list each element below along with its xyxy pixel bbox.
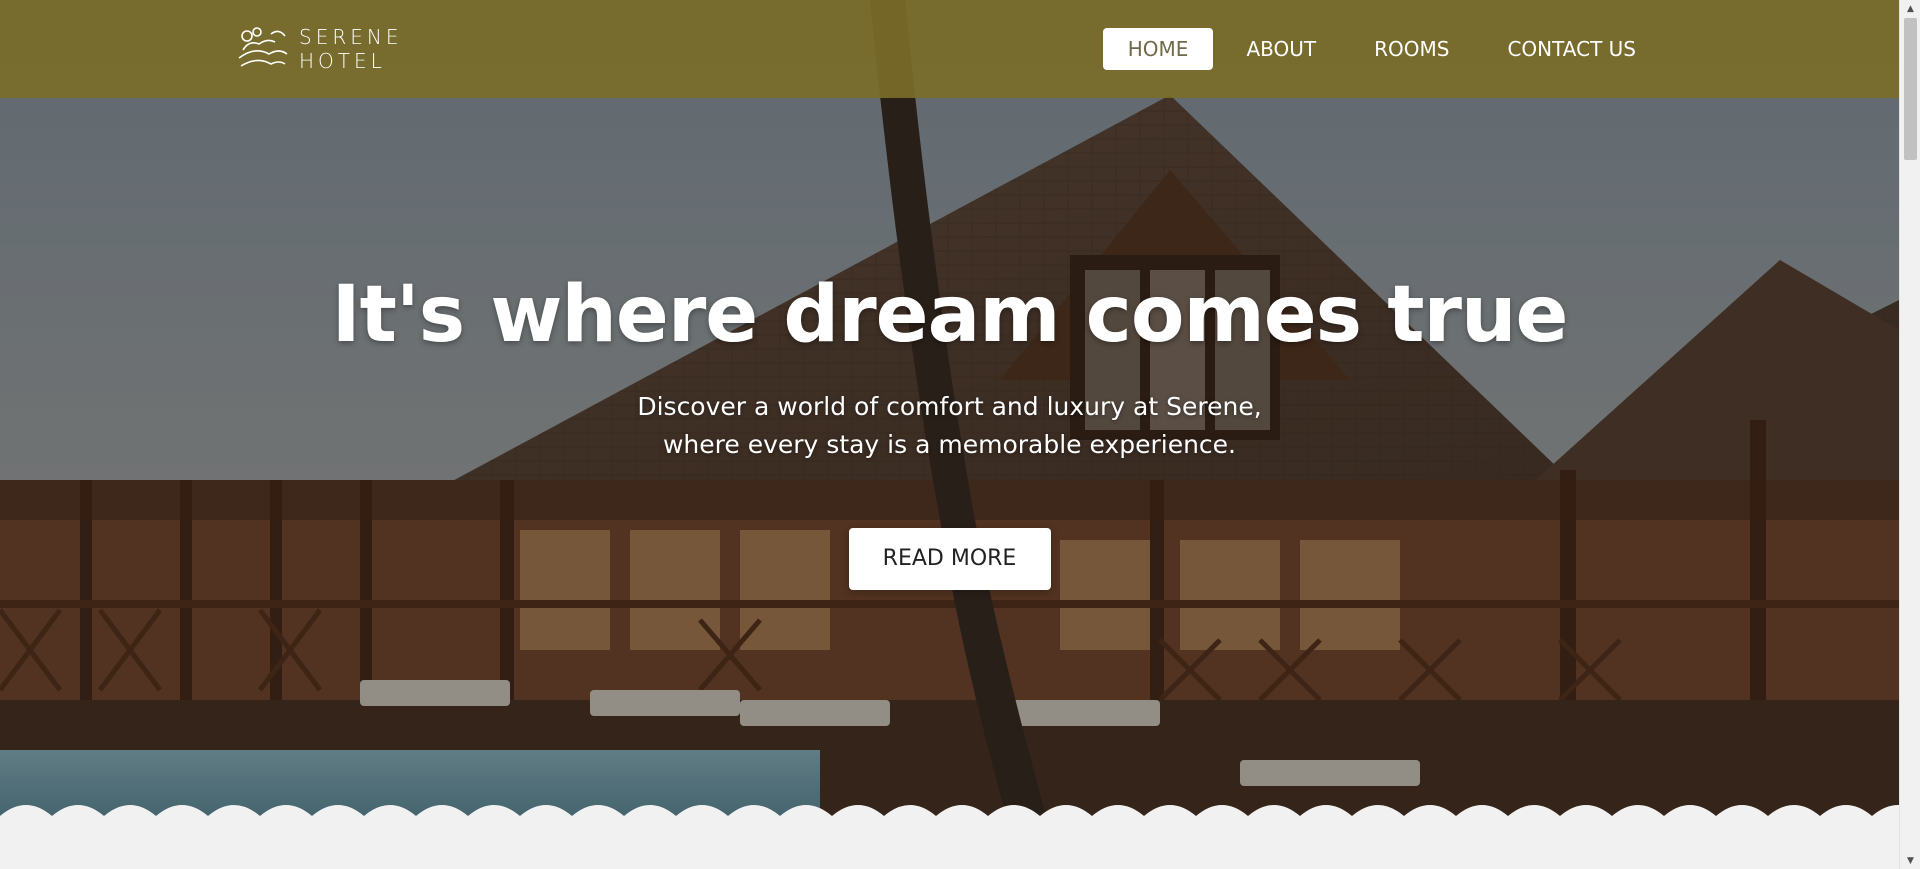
scroll-down-arrow-icon[interactable]: ▼ xyxy=(1900,852,1920,869)
hero-title: It's where dream comes true xyxy=(331,270,1569,360)
scroll-thumb[interactable] xyxy=(1904,18,1917,160)
hero-content: It's where dream comes true Discover a w… xyxy=(0,270,1899,590)
hero-subtitle: Discover a world of comfort and luxury a… xyxy=(0,388,1899,464)
top-navbar: SERENE HOTEL HOME ABOUT ROOMS CONTACT US xyxy=(0,0,1899,98)
nav-rooms[interactable]: ROOMS xyxy=(1349,28,1474,70)
scroll-up-arrow-icon[interactable]: ▲ xyxy=(1900,0,1920,17)
read-more-button[interactable]: READ MORE xyxy=(848,528,1051,590)
wave-divider xyxy=(0,805,1899,840)
nav-about[interactable]: ABOUT xyxy=(1221,28,1341,70)
nav-home[interactable]: HOME xyxy=(1102,28,1214,70)
logo-text: SERENE HOTEL xyxy=(299,25,402,73)
logo-line-1: SERENE xyxy=(299,25,403,49)
nav-contact-us[interactable]: CONTACT US xyxy=(1482,28,1661,70)
hero-subtitle-line-1: Discover a world of comfort and luxury a… xyxy=(637,392,1262,421)
main-nav: HOME ABOUT ROOMS CONTACT US xyxy=(1102,28,1661,70)
logo[interactable]: SERENE HOTEL xyxy=(235,24,402,74)
serene-logo-icon xyxy=(238,27,288,67)
logo-line-2: HOTEL xyxy=(299,49,386,73)
hero-subtitle-line-2: where every stay is a memorable experien… xyxy=(662,430,1236,459)
page-scrollbar[interactable]: ▲ ▼ xyxy=(1899,0,1920,869)
